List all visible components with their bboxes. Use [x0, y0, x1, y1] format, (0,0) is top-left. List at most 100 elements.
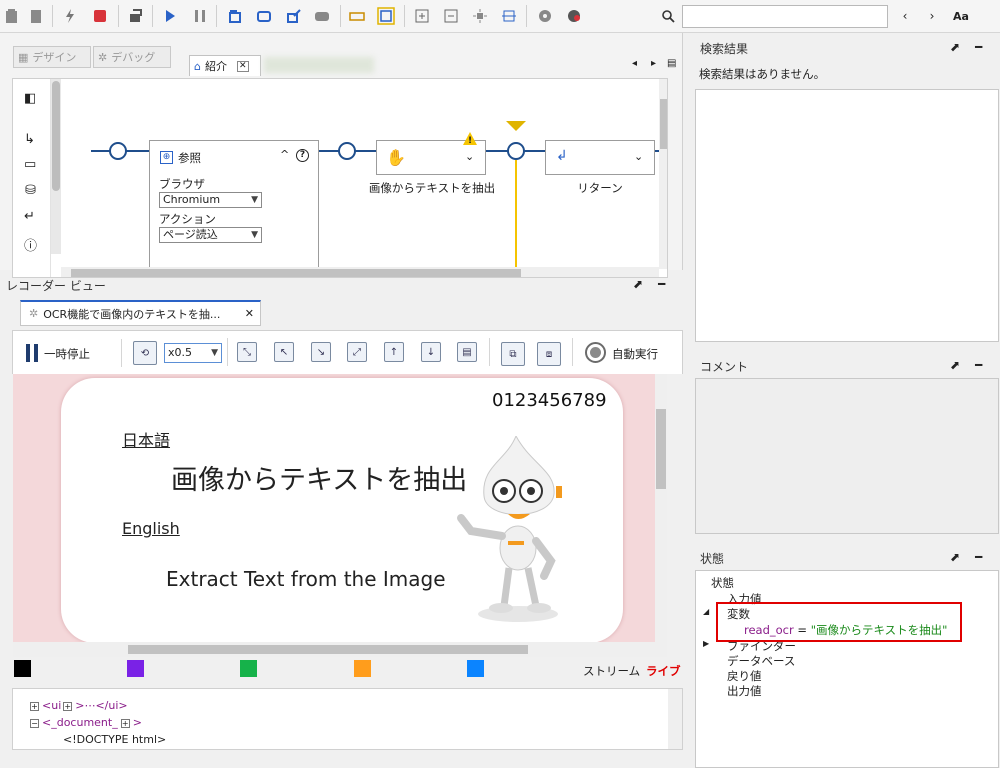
collapse-icon[interactable]: ◢ [703, 607, 709, 616]
move-topleft-icon[interactable]: ⤡ [237, 342, 257, 362]
database-icon[interactable]: ⛁ [25, 183, 36, 198]
tab-design[interactable]: ▦ デザイン [13, 46, 91, 68]
browse-node[interactable]: ⊕ 参照 ^ ? ブラウザ Chromium アクション ページ読込 [149, 140, 319, 277]
tab-intro[interactable]: ⌂ 紹介 ✕ [189, 55, 261, 76]
document-icon[interactable]: ▤ [457, 342, 477, 362]
help-icon[interactable]: ? [296, 149, 309, 162]
design-icon: ▦ [18, 50, 29, 64]
monitor-icon[interactable]: ▭ [24, 157, 36, 172]
step-over-icon[interactable] [254, 6, 274, 26]
dom-tree-panel: + <ui + >⋯</ui> − <_document_ + > <!DOCTYPE ht… [12, 688, 683, 750]
state-root[interactable]: 状態 [711, 575, 734, 591]
tool-strip-scrollbar[interactable] [51, 79, 61, 254]
highlight-icon[interactable] [376, 6, 396, 26]
minimize-icon[interactable]: ━ [975, 358, 982, 372]
pin-icon[interactable]: ⬈ [633, 277, 643, 291]
preview-digits: 0123456789 [492, 390, 607, 411]
action-select[interactable]: ページ読込 [159, 227, 262, 243]
color-swatch-green[interactable] [240, 660, 257, 677]
zoom-in-icon[interactable] [412, 6, 432, 26]
pause-icon[interactable] [190, 6, 210, 26]
paste-icon[interactable] [26, 6, 46, 26]
pin-icon[interactable]: ⬈ [950, 550, 960, 564]
expand-icon[interactable]: + [30, 701, 39, 711]
pin-icon[interactable]: ⬈ [950, 40, 960, 54]
info-icon[interactable]: ⓘ [24, 235, 37, 254]
panel-toggle-icon[interactable]: ◧ [24, 91, 36, 106]
dom-node-doctype[interactable]: <!DOCTYPE html> [63, 733, 166, 746]
close-tab-icon[interactable]: ✕ [245, 307, 254, 320]
minimize-icon[interactable]: ━ [975, 40, 982, 54]
pause-icon [34, 344, 38, 362]
breakpoint-icon[interactable] [347, 6, 367, 26]
dom-node-ui[interactable]: + <ui + >⋯</ui> [30, 699, 128, 712]
speed-select[interactable]: x0.5 [164, 343, 222, 363]
export-icon[interactable]: ⧉ [501, 342, 525, 366]
hand-icon: ✋ [386, 148, 406, 167]
minimize-icon[interactable]: ━ [658, 277, 665, 291]
search-input[interactable] [682, 5, 888, 28]
color-swatch-black[interactable] [14, 660, 31, 677]
preview-vscrollbar[interactable] [655, 374, 667, 642]
state-return-value[interactable]: 戻り値 [727, 668, 762, 684]
tab-debug[interactable]: ✲ デバッグ [93, 46, 171, 68]
fit-icon[interactable] [470, 6, 490, 26]
move-up-icon[interactable]: ↑ [384, 342, 404, 362]
zoom-out-icon[interactable] [441, 6, 461, 26]
auto-run-icon[interactable] [585, 342, 606, 363]
canvas-vscrollbar[interactable] [659, 79, 667, 269]
run-to-icon[interactable] [312, 6, 332, 26]
capture-icon[interactable]: ⟲ [133, 341, 157, 365]
search-next-icon[interactable]: › [922, 6, 942, 26]
lightning-icon[interactable] [60, 6, 80, 26]
preview-hscrollbar[interactable] [13, 642, 667, 657]
pause-button[interactable]: 一時停止 [44, 346, 90, 362]
color-swatch-blue[interactable] [467, 660, 484, 677]
live-label[interactable]: ライブ [646, 663, 681, 679]
stop-icon[interactable] [90, 6, 110, 26]
tool-strip: ◧ ↳ ▭ ⛁ ↵ ⓘ [13, 79, 51, 277]
import-icon[interactable]: ⧈ [537, 342, 561, 366]
settings-icon[interactable] [535, 6, 555, 26]
tab-left-icon[interactable]: ◂ [632, 58, 637, 69]
return-node[interactable]: ↲ ⌄ [545, 140, 655, 175]
tab-list-icon[interactable]: ▤ [667, 58, 676, 69]
step-icon[interactable] [126, 6, 146, 26]
stream-label[interactable]: ストリーム [583, 663, 640, 679]
collapse-icon[interactable]: − [30, 718, 39, 728]
minimize-icon[interactable]: ━ [975, 550, 982, 564]
state-output-value[interactable]: 出力値 [727, 683, 762, 699]
close-tab-icon[interactable]: ✕ [236, 60, 249, 72]
pin-icon[interactable]: ⬈ [950, 358, 960, 372]
tab-recorder[interactable]: ✲ OCR機能で画像内のテキストを抽... ✕ [20, 300, 261, 326]
move-down-icon[interactable]: ↓ [421, 342, 441, 362]
comment-area[interactable] [695, 378, 999, 534]
center-icon[interactable] [499, 6, 519, 26]
move-up-left-icon[interactable]: ↖ [274, 342, 294, 362]
step-into-icon[interactable] [225, 6, 245, 26]
color-swatch-orange[interactable] [354, 660, 371, 677]
match-case-button[interactable]: Aa [948, 6, 974, 26]
expand-icon[interactable]: ⌄ [465, 150, 474, 163]
return-icon[interactable]: ↵ [24, 209, 35, 224]
collapse-icon[interactable]: ^ [280, 148, 289, 161]
color-swatch-purple[interactable] [127, 660, 144, 677]
save-icon[interactable] [2, 6, 22, 26]
expand-icon[interactable]: ⌄ [634, 150, 643, 163]
search-prev-icon[interactable]: ‹ [895, 6, 915, 26]
branch-icon[interactable]: ↳ [24, 132, 35, 147]
play-icon[interactable] [160, 6, 180, 26]
browser-select[interactable]: Chromium [159, 192, 262, 208]
search-results-list [695, 89, 999, 342]
step-out-icon[interactable] [284, 6, 304, 26]
preview-en-heading: English [122, 519, 180, 538]
tab-right-icon[interactable]: ▸ [651, 58, 656, 69]
move-down-right-icon[interactable]: ↘ [311, 342, 331, 362]
move-bottomright-icon[interactable]: ⤢ [347, 342, 367, 362]
recorder-header: レコーダー ビュー [6, 278, 106, 293]
dom-scrollbar[interactable] [668, 689, 682, 749]
expand-icon[interactable]: ▶ [703, 639, 709, 648]
globe-icon[interactable] [564, 6, 584, 26]
dom-node-document[interactable]: − <_document_ + > [30, 716, 142, 729]
state-database[interactable]: データベース [727, 653, 795, 669]
